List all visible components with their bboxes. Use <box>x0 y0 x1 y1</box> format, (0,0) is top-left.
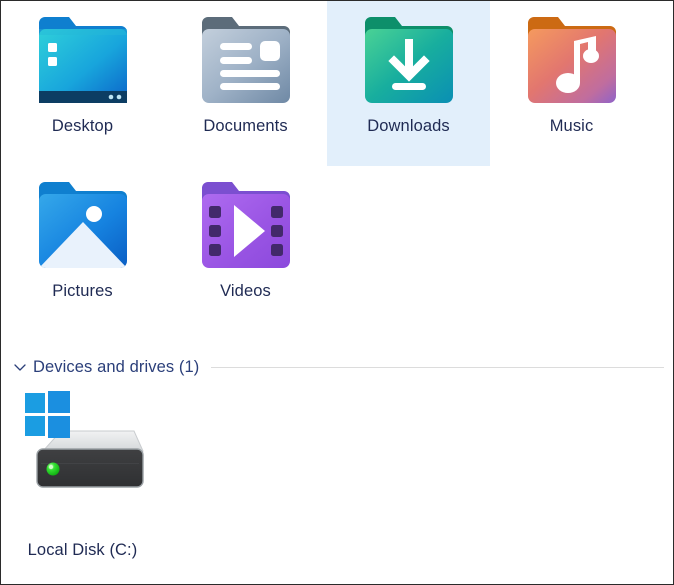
folder-music-icon <box>524 7 620 111</box>
file-explorer-content-pane: Desktop Documents Downloads Music Pictur… <box>0 0 674 585</box>
folder-item-videos[interactable]: Videos <box>164 166 327 331</box>
folder-desktop-icon <box>35 7 131 111</box>
folder-item-label: Videos <box>220 282 271 300</box>
folder-item-label: Desktop <box>51 117 114 135</box>
chevron-down-icon[interactable] <box>11 358 29 376</box>
devices-and-drives-header[interactable]: Devices and drives (1) <box>1 353 673 381</box>
folder-grid-empty-cell <box>327 166 490 331</box>
folder-item-label: Pictures <box>52 282 113 300</box>
drive-item-local-disk-c[interactable]: Local Disk (C:) <box>1 385 164 565</box>
folder-pictures-icon <box>35 172 131 276</box>
folder-videos-icon <box>198 172 294 276</box>
folder-item-pictures[interactable]: Pictures <box>1 166 164 331</box>
folder-item-label: Music <box>549 117 594 135</box>
devices-grid: Local Disk (C:) <box>1 385 673 565</box>
folder-grid-empty-cell <box>490 166 653 331</box>
folder-grid-row: Pictures Videos <box>1 166 673 331</box>
folder-item-desktop[interactable]: Desktop <box>1 1 164 166</box>
section-divider <box>211 366 664 368</box>
folder-item-music[interactable]: Music <box>490 1 653 166</box>
folder-item-label: Documents <box>203 117 288 135</box>
local-disk-drive-icon <box>17 389 149 501</box>
folder-documents-icon <box>198 7 294 111</box>
folder-item-documents[interactable]: Documents <box>164 1 327 166</box>
folder-grid-row: Desktop Documents Downloads Music <box>1 1 673 166</box>
folder-item-label: Downloads <box>367 117 450 135</box>
folder-downloads-icon <box>361 7 457 111</box>
folder-item-downloads[interactable]: Downloads <box>327 1 490 166</box>
folder-grid: Desktop Documents Downloads Music Pictur… <box>1 1 673 331</box>
drive-item-label: Local Disk (C:) <box>27 541 138 559</box>
devices-and-drives-title: Devices and drives (1) <box>33 358 200 376</box>
